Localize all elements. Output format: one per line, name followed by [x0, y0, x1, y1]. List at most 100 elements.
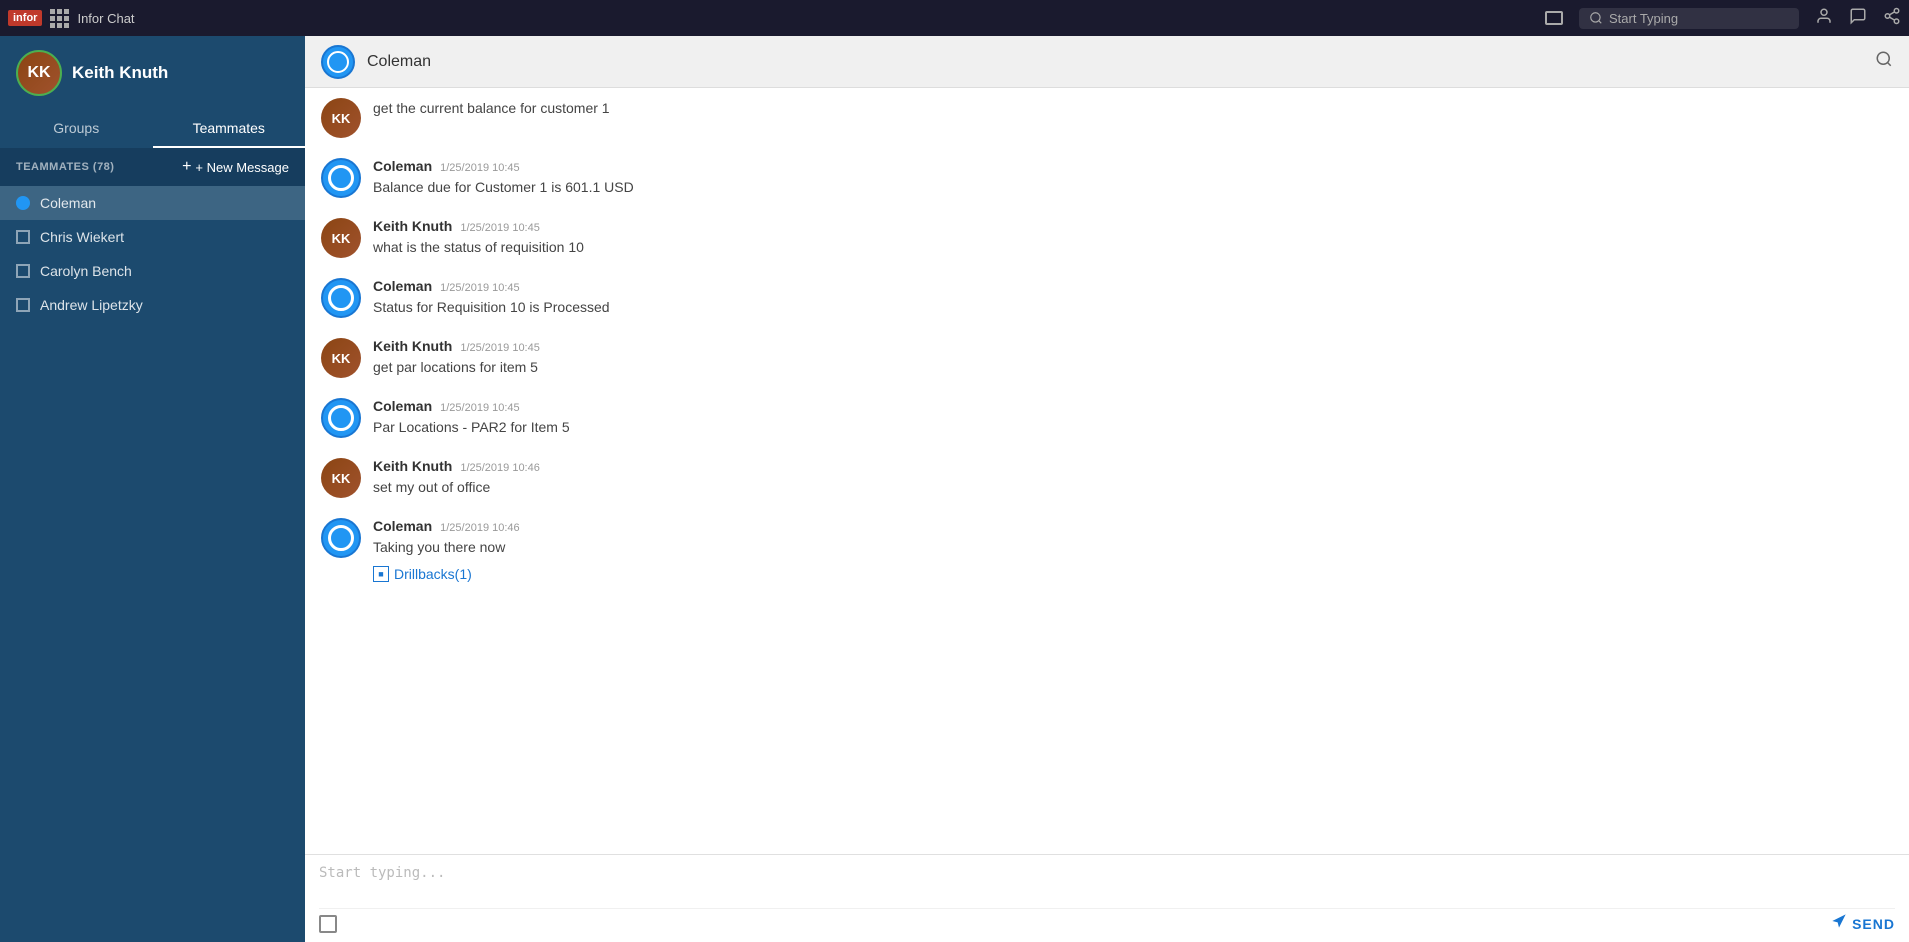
- message-header: Coleman 1/25/2019 10:45: [373, 158, 634, 174]
- bot-avatar-inner: [328, 405, 354, 431]
- message-sender: Keith Knuth: [373, 338, 452, 354]
- bot-avatar-inner: [328, 285, 354, 311]
- message-time: 1/25/2019 10:46: [440, 522, 520, 534]
- drillback-link[interactable]: ■ Drillbacks(1): [373, 566, 472, 582]
- send-button[interactable]: SEND: [1831, 913, 1895, 934]
- contact-name: Carolyn Bench: [40, 263, 132, 279]
- message-sender: Coleman: [373, 518, 432, 534]
- chat-search-icon[interactable]: [1875, 50, 1893, 73]
- user-name: Keith Knuth: [72, 63, 168, 83]
- chat-header: Coleman: [305, 36, 1909, 88]
- teammates-label: TEAMMATES (78): [16, 161, 114, 173]
- send-label: SEND: [1852, 916, 1895, 932]
- contact-name: Andrew Lipetzky: [40, 297, 143, 313]
- input-toolbar-left: [319, 915, 337, 933]
- message-content: Keith Knuth 1/25/2019 10:45 get par loca…: [373, 338, 540, 378]
- message-header: Keith Knuth 1/25/2019 10:45: [373, 218, 584, 234]
- message-time: 1/25/2019 10:45: [460, 222, 540, 234]
- message-header: Keith Knuth 1/25/2019 10:46: [373, 458, 540, 474]
- user-avatar-msg: KK: [321, 458, 361, 498]
- contact-item-carolyn[interactable]: Carolyn Bench: [0, 254, 305, 288]
- global-search-input[interactable]: [1609, 11, 1769, 26]
- message-text: Par Locations - PAR2 for Item 5: [373, 417, 570, 438]
- contact-name: Coleman: [40, 195, 96, 211]
- global-search[interactable]: [1579, 8, 1799, 29]
- message-time: 1/25/2019 10:45: [440, 402, 520, 414]
- message-sender: Keith Knuth: [373, 458, 452, 474]
- share-icon[interactable]: [1883, 7, 1901, 30]
- message-header: Coleman 1/25/2019 10:46: [373, 518, 520, 534]
- message-text: Taking you there now: [373, 537, 520, 558]
- bot-avatar-msg: [321, 518, 361, 558]
- message-sender: Keith Knuth: [373, 218, 452, 234]
- message-text: get par locations for item 5: [373, 357, 540, 378]
- plus-icon: +: [182, 158, 191, 176]
- message-row: Coleman 1/25/2019 10:45 Par Locations - …: [321, 398, 1893, 438]
- new-message-button[interactable]: + + New Message: [182, 158, 289, 176]
- message-content: Keith Knuth 1/25/2019 10:46 set my out o…: [373, 458, 540, 498]
- message-content: Coleman 1/25/2019 10:45 Balance due for …: [373, 158, 634, 198]
- attachment-icon[interactable]: [319, 915, 337, 933]
- online-indicator: [16, 196, 30, 210]
- chat-header-name: Coleman: [367, 53, 431, 71]
- user-avatar-msg: KK: [321, 218, 361, 258]
- message-row: KK Keith Knuth 1/25/2019 10:45 what is t…: [321, 218, 1893, 258]
- new-message-label: + New Message: [195, 160, 289, 175]
- offline-indicator: [16, 230, 30, 244]
- message-time: 1/25/2019 10:45: [440, 282, 520, 294]
- user-avatar-msg: KK: [321, 98, 361, 138]
- user-header: KK Keith Knuth: [0, 36, 305, 110]
- message-row: Coleman 1/25/2019 10:45 Balance due for …: [321, 158, 1893, 198]
- user-icon[interactable]: [1815, 7, 1833, 30]
- message-sender: Coleman: [373, 278, 432, 294]
- message-row: Coleman 1/25/2019 10:46 Taking you there…: [321, 518, 1893, 582]
- contact-item-coleman[interactable]: Coleman: [0, 186, 305, 220]
- message-content: Keith Knuth 1/25/2019 10:45 what is the …: [373, 218, 584, 258]
- drillback-label: Drillbacks(1): [394, 566, 472, 582]
- sidebar: KK Keith Knuth Groups Teammates TEAMMATE…: [0, 36, 305, 942]
- contact-item-andrew[interactable]: Andrew Lipetzky: [0, 288, 305, 322]
- grid-icon[interactable]: [50, 9, 69, 28]
- message-text: get the current balance for customer 1: [373, 98, 610, 119]
- message-text: Balance due for Customer 1 is 601.1 USD: [373, 177, 634, 198]
- bot-avatar-msg: [321, 158, 361, 198]
- app-title: Infor Chat: [77, 11, 134, 26]
- bot-avatar-inner: [328, 165, 354, 191]
- message-row: Coleman 1/25/2019 10:45 Status for Requi…: [321, 278, 1893, 318]
- offline-indicator: [16, 298, 30, 312]
- chat-icon[interactable]: [1849, 7, 1867, 30]
- main-layout: KK Keith Knuth Groups Teammates TEAMMATE…: [0, 36, 1909, 942]
- infor-logo[interactable]: infor: [8, 10, 42, 26]
- top-nav-bar: infor Infor Chat: [0, 0, 1909, 36]
- message-content: Coleman 1/25/2019 10:45 Status for Requi…: [373, 278, 610, 318]
- message-sender: Coleman: [373, 398, 432, 414]
- search-icon: [1589, 11, 1603, 25]
- message-row: KK Keith Knuth 1/25/2019 10:46 set my ou…: [321, 458, 1893, 498]
- message-sender: Coleman: [373, 158, 432, 174]
- message-row: KK Keith Knuth 1/25/2019 10:45 get par l…: [321, 338, 1893, 378]
- chat-header-avatar: [321, 45, 355, 79]
- contact-item-chris[interactable]: Chris Wiekert: [0, 220, 305, 254]
- top-bar-left: infor Infor Chat: [8, 9, 135, 28]
- teammates-header: TEAMMATES (78) + + New Message: [0, 148, 305, 186]
- monitor-icon[interactable]: [1545, 11, 1563, 25]
- message-input-area: SEND: [305, 854, 1909, 942]
- bot-avatar-inner: [327, 51, 349, 73]
- tab-teammates[interactable]: Teammates: [153, 110, 306, 148]
- top-bar-right: [1545, 7, 1901, 30]
- message-header: Coleman 1/25/2019 10:45: [373, 398, 570, 414]
- message-input[interactable]: [319, 865, 1895, 901]
- message-time: 1/25/2019 10:45: [440, 162, 520, 174]
- sidebar-tabs: Groups Teammates: [0, 110, 305, 148]
- send-icon: [1831, 913, 1847, 934]
- tab-groups[interactable]: Groups: [0, 110, 153, 148]
- contact-name: Chris Wiekert: [40, 229, 124, 245]
- message-time: 1/25/2019 10:45: [460, 342, 540, 354]
- messages-container: KK get the current balance for customer …: [305, 88, 1909, 854]
- bot-avatar-msg: [321, 278, 361, 318]
- message-header: Coleman 1/25/2019 10:45: [373, 278, 610, 294]
- user-avatar-msg: KK: [321, 338, 361, 378]
- message-text: set my out of office: [373, 477, 540, 498]
- input-toolbar: SEND: [319, 908, 1895, 934]
- message-text: what is the status of requisition 10: [373, 237, 584, 258]
